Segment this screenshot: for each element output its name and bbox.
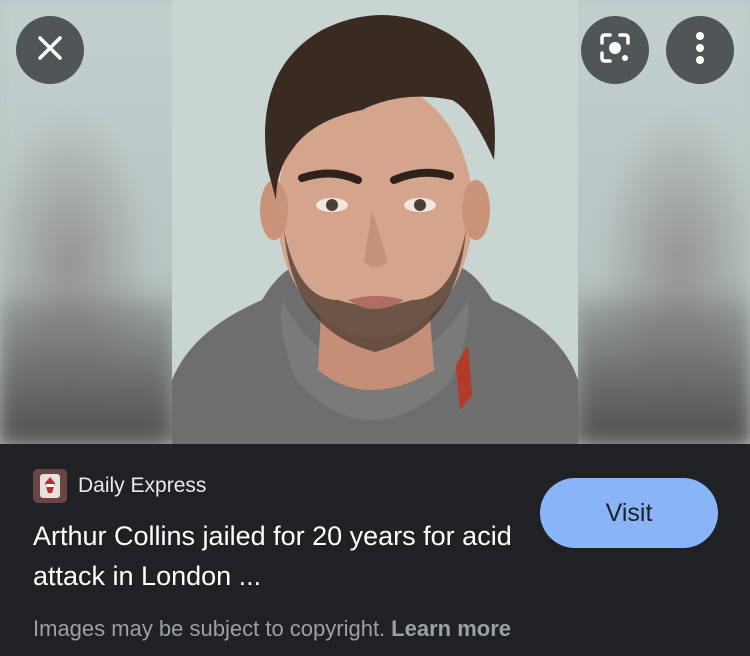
result-image[interactable]	[172, 0, 578, 444]
result-title[interactable]: Arthur Collins jailed for 20 years for a…	[33, 516, 533, 596]
result-info-panel: Daily Express Arthur Collins jailed for …	[0, 444, 750, 656]
more-options-button[interactable]	[666, 16, 734, 84]
close-button[interactable]	[16, 16, 84, 84]
lens-icon	[598, 31, 632, 70]
blurred-background-left	[0, 300, 172, 444]
more-vertical-icon	[694, 31, 706, 70]
blurred-background-right	[578, 300, 750, 444]
copyright-notice: Images may be subject to copyright. Learn…	[33, 616, 511, 642]
copyright-text: Images may be subject to copyright.	[33, 616, 386, 641]
close-icon	[35, 33, 65, 68]
visit-button[interactable]: Visit	[540, 478, 718, 548]
learn-more-link[interactable]: Learn more	[391, 616, 511, 641]
source-row[interactable]: Daily Express	[33, 469, 206, 503]
lens-search-button[interactable]	[581, 16, 649, 84]
source-name: Daily Express	[78, 474, 207, 497]
daily-express-favicon	[33, 469, 67, 503]
image-viewer[interactable]	[0, 0, 750, 444]
